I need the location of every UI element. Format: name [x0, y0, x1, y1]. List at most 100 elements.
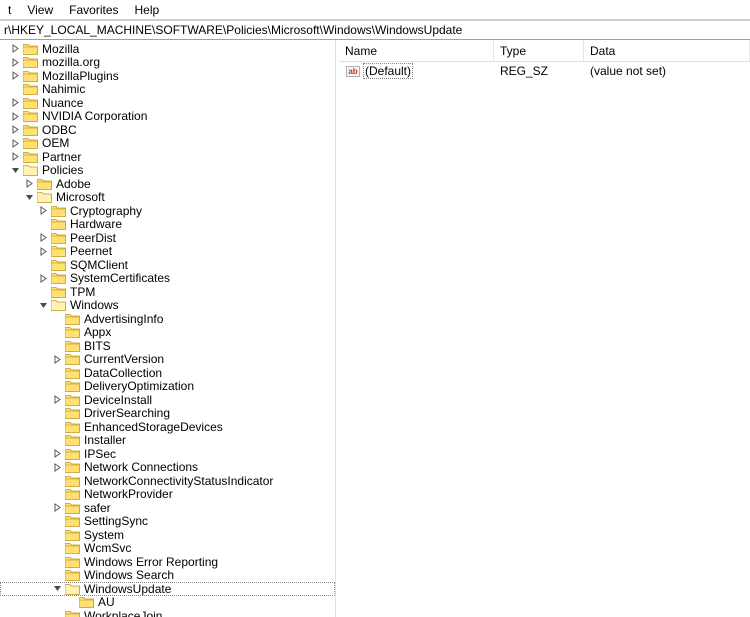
expand-icon[interactable]	[8, 112, 22, 121]
folder-icon	[64, 541, 80, 555]
tree-item[interactable]: Network Connections	[0, 461, 335, 475]
folder-icon	[36, 177, 52, 191]
tree-item[interactable]: Nuance	[0, 96, 335, 110]
value-row[interactable]: ab(Default)REG_SZ(value not set)	[339, 62, 750, 80]
col-name[interactable]: Name	[339, 40, 494, 61]
tree-item[interactable]: ODBC	[0, 123, 335, 137]
expand-icon[interactable]	[22, 179, 36, 188]
folder-icon	[22, 42, 38, 56]
menu-favorites[interactable]: Favorites	[65, 2, 122, 17]
tree-item[interactable]: NetworkConnectivityStatusIndicator	[0, 474, 335, 488]
tree-item[interactable]: Windows	[0, 299, 335, 313]
expand-icon[interactable]	[50, 449, 64, 458]
expand-icon[interactable]	[8, 44, 22, 53]
tree-item[interactable]: DeviceInstall	[0, 393, 335, 407]
collapse-icon[interactable]	[36, 301, 50, 310]
tree-item[interactable]: safer	[0, 501, 335, 515]
tree-item[interactable]: WindowsUpdate	[0, 582, 335, 596]
tree-item[interactable]: Hardware	[0, 218, 335, 232]
expand-icon[interactable]	[8, 139, 22, 148]
tree-item[interactable]: System	[0, 528, 335, 542]
folder-icon	[50, 285, 66, 299]
tree-item-label: AdvertisingInfo	[82, 312, 165, 326]
value-data: (value not set)	[584, 62, 750, 80]
expand-icon[interactable]	[36, 233, 50, 242]
tree-item-label: Windows	[68, 298, 121, 312]
tree-item[interactable]: Appx	[0, 326, 335, 340]
values-list[interactable]: Name Type Data ab(Default)REG_SZ(value n…	[339, 40, 750, 617]
tree-item[interactable]: mozilla.org	[0, 56, 335, 70]
expand-icon[interactable]	[36, 274, 50, 283]
tree-item[interactable]: Mozilla	[0, 42, 335, 56]
tree-item[interactable]: BITS	[0, 339, 335, 353]
menu-truncated[interactable]: t	[4, 2, 15, 17]
tree-item[interactable]: AdvertisingInfo	[0, 312, 335, 326]
tree-item-label: WindowsUpdate	[82, 582, 173, 596]
menu-help[interactable]: Help	[131, 2, 164, 17]
folder-icon	[64, 609, 80, 617]
folder-icon	[64, 501, 80, 515]
tree-item-label: safer	[82, 501, 113, 515]
collapse-icon[interactable]	[8, 166, 22, 175]
tree-item[interactable]: Policies	[0, 164, 335, 178]
tree-item[interactable]: OEM	[0, 137, 335, 151]
folder-icon	[64, 528, 80, 542]
expand-icon[interactable]	[50, 503, 64, 512]
tree-item[interactable]: MozillaPlugins	[0, 69, 335, 83]
tree-item[interactable]: DriverSearching	[0, 407, 335, 421]
tree-item[interactable]: WcmSvc	[0, 542, 335, 556]
tree-item[interactable]: Adobe	[0, 177, 335, 191]
folder-icon	[22, 163, 38, 177]
expand-icon[interactable]	[8, 98, 22, 107]
menu-view[interactable]: View	[23, 2, 57, 17]
folder-icon	[22, 69, 38, 83]
tree-item-label: NVIDIA Corporation	[40, 109, 149, 123]
col-data[interactable]: Data	[584, 40, 750, 61]
tree-item[interactable]: TPM	[0, 285, 335, 299]
tree-item[interactable]: NetworkProvider	[0, 488, 335, 502]
tree-item[interactable]: AU	[0, 596, 335, 610]
expand-icon[interactable]	[36, 247, 50, 256]
expand-icon[interactable]	[50, 355, 64, 364]
col-type[interactable]: Type	[494, 40, 584, 61]
tree-item[interactable]: Peernet	[0, 245, 335, 259]
tree-item[interactable]: Partner	[0, 150, 335, 164]
expand-icon[interactable]	[50, 395, 64, 404]
tree-item[interactable]: Installer	[0, 434, 335, 448]
tree-item[interactable]: WorkplaceJoin	[0, 609, 335, 617]
expand-icon[interactable]	[8, 125, 22, 134]
tree-item[interactable]: Windows Error Reporting	[0, 555, 335, 569]
tree-item[interactable]: DataCollection	[0, 366, 335, 380]
expand-icon[interactable]	[36, 206, 50, 215]
tree-item[interactable]: SystemCertificates	[0, 272, 335, 286]
tree-item[interactable]: CurrentVersion	[0, 353, 335, 367]
menubar: t View Favorites Help	[0, 0, 750, 20]
tree-item[interactable]: SettingSync	[0, 515, 335, 529]
folder-icon	[64, 339, 80, 353]
tree-item[interactable]: DeliveryOptimization	[0, 380, 335, 394]
collapse-icon[interactable]	[22, 193, 36, 202]
collapse-icon[interactable]	[50, 584, 64, 593]
folder-icon	[36, 190, 52, 204]
registry-tree[interactable]: Mozillamozilla.orgMozillaPluginsNahimicN…	[0, 40, 335, 617]
expand-icon[interactable]	[8, 58, 22, 67]
tree-item-label: Hardware	[68, 217, 124, 231]
tree-item-label: CurrentVersion	[82, 352, 166, 366]
tree-item[interactable]: Windows Search	[0, 569, 335, 583]
tree-item[interactable]: NVIDIA Corporation	[0, 110, 335, 124]
tree-item[interactable]: Nahimic	[0, 83, 335, 97]
tree-item[interactable]: PeerDist	[0, 231, 335, 245]
tree-item[interactable]: EnhancedStorageDevices	[0, 420, 335, 434]
tree-item-label: Cryptography	[68, 204, 144, 218]
tree-item[interactable]: SQMClient	[0, 258, 335, 272]
tree-item-label: SystemCertificates	[68, 271, 172, 285]
tree-item[interactable]: Cryptography	[0, 204, 335, 218]
expand-icon[interactable]	[8, 152, 22, 161]
folder-icon	[22, 96, 38, 110]
tree-item[interactable]: IPSec	[0, 447, 335, 461]
expand-icon[interactable]	[50, 463, 64, 472]
tree-item[interactable]: Microsoft	[0, 191, 335, 205]
expand-icon[interactable]	[8, 71, 22, 80]
address-input[interactable]	[2, 22, 748, 38]
tree-item-label: TPM	[68, 285, 97, 299]
